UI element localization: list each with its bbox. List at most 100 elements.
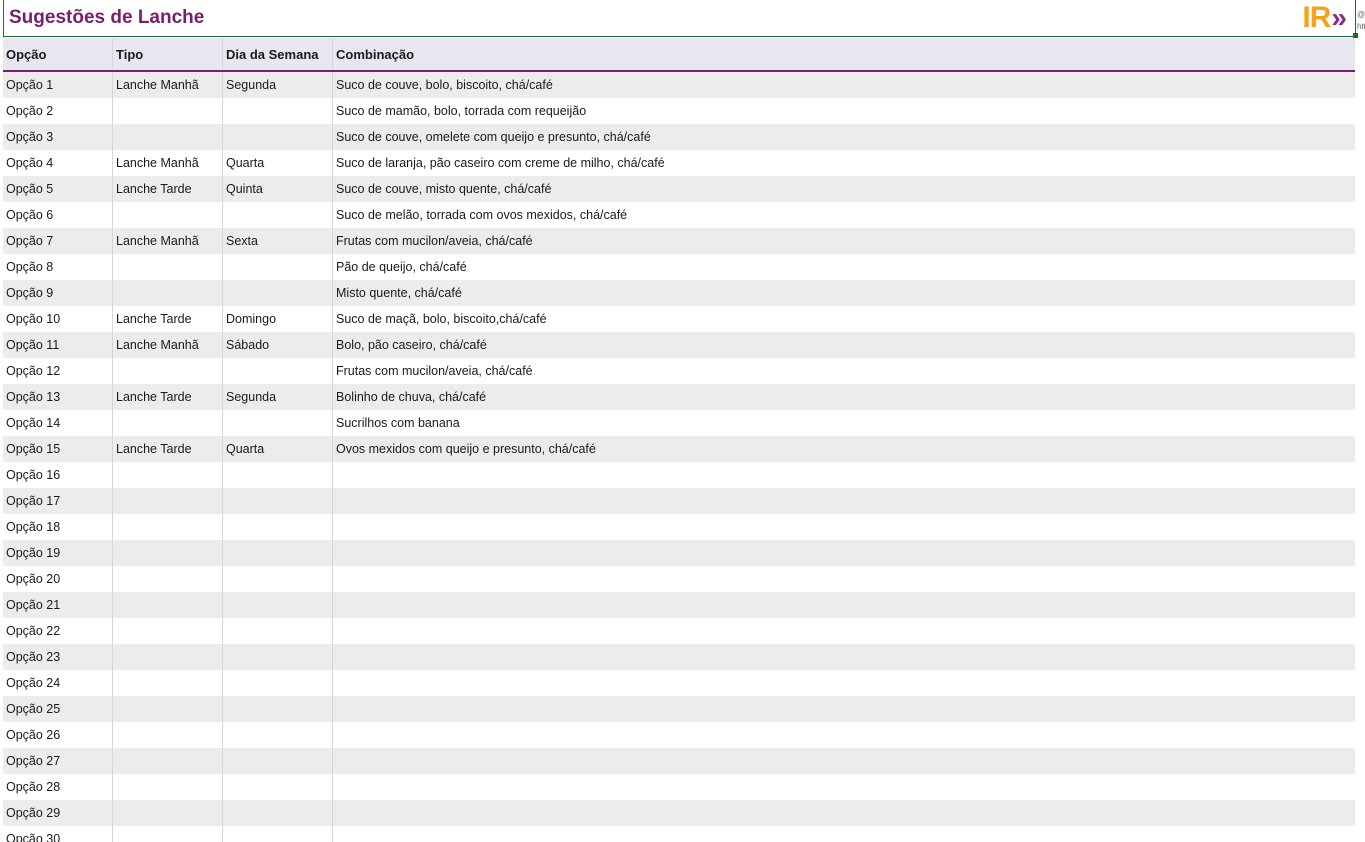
- cell-tipo[interactable]: [113, 592, 223, 618]
- cell-dia[interactable]: [223, 124, 333, 150]
- cell-combinacao[interactable]: Suco de couve, omelete com queijo e pres…: [333, 124, 1355, 150]
- cell-tipo[interactable]: [113, 358, 223, 384]
- cell-opcao[interactable]: Opção 6: [3, 202, 113, 228]
- cell-tipo[interactable]: [113, 774, 223, 800]
- cell-combinacao[interactable]: Suco de couve, misto quente, chá/café: [333, 176, 1355, 202]
- cell-opcao[interactable]: Opção 12: [3, 358, 113, 384]
- cell-opcao[interactable]: Opção 11: [3, 332, 113, 358]
- cell-combinacao[interactable]: [333, 722, 1355, 748]
- cell-tipo[interactable]: Lanche Tarde: [113, 384, 223, 410]
- cell-dia[interactable]: [223, 566, 333, 592]
- cell-dia[interactable]: [223, 722, 333, 748]
- cell-tipo[interactable]: Lanche Manhã: [113, 332, 223, 358]
- cell-combinacao[interactable]: [333, 670, 1355, 696]
- cell-opcao[interactable]: Opção 3: [3, 124, 113, 150]
- cell-opcao[interactable]: Opção 20: [3, 566, 113, 592]
- cell-opcao[interactable]: Opção 10: [3, 306, 113, 332]
- cell-tipo[interactable]: Lanche Tarde: [113, 436, 223, 462]
- cell-opcao[interactable]: Opção 1: [3, 72, 113, 98]
- cell-combinacao[interactable]: Ovos mexidos com queijo e presunto, chá/…: [333, 436, 1355, 462]
- cell-dia[interactable]: Sábado: [223, 332, 333, 358]
- cell-opcao[interactable]: Opção 22: [3, 618, 113, 644]
- cell-dia[interactable]: [223, 280, 333, 306]
- cell-tipo[interactable]: Lanche Manhã: [113, 72, 223, 98]
- cell-tipo[interactable]: [113, 644, 223, 670]
- cell-dia[interactable]: [223, 540, 333, 566]
- cell-opcao[interactable]: Opção 28: [3, 774, 113, 800]
- cell-dia[interactable]: [223, 748, 333, 774]
- cell-combinacao[interactable]: [333, 488, 1355, 514]
- cell-opcao[interactable]: Opção 16: [3, 462, 113, 488]
- cell-tipo[interactable]: [113, 800, 223, 826]
- cell-tipo[interactable]: [113, 410, 223, 436]
- cell-tipo[interactable]: [113, 540, 223, 566]
- cell-opcao[interactable]: Opção 2: [3, 98, 113, 124]
- cell-tipo[interactable]: [113, 696, 223, 722]
- cell-dia[interactable]: [223, 488, 333, 514]
- cell-tipo[interactable]: [113, 280, 223, 306]
- cell-dia[interactable]: Segunda: [223, 72, 333, 98]
- cell-opcao[interactable]: Opção 25: [3, 696, 113, 722]
- cell-dia[interactable]: [223, 592, 333, 618]
- cell-tipo[interactable]: [113, 462, 223, 488]
- cell-dia[interactable]: Domingo: [223, 306, 333, 332]
- cell-combinacao[interactable]: [333, 514, 1355, 540]
- cell-dia[interactable]: [223, 202, 333, 228]
- title-bar[interactable]: Sugestões de Lanche IR »: [3, 0, 1356, 37]
- cell-tipo[interactable]: [113, 514, 223, 540]
- cell-opcao[interactable]: Opção 30: [3, 826, 113, 842]
- cell-tipo[interactable]: [113, 124, 223, 150]
- cell-opcao[interactable]: Opção 14: [3, 410, 113, 436]
- cell-combinacao[interactable]: [333, 592, 1355, 618]
- cell-dia[interactable]: Segunda: [223, 384, 333, 410]
- cell-dia[interactable]: [223, 696, 333, 722]
- cell-dia[interactable]: [223, 254, 333, 280]
- cell-dia[interactable]: [223, 462, 333, 488]
- cell-combinacao[interactable]: [333, 826, 1355, 842]
- cell-dia[interactable]: [223, 358, 333, 384]
- cell-tipo[interactable]: [113, 748, 223, 774]
- cell-combinacao[interactable]: [333, 644, 1355, 670]
- cell-tipo[interactable]: [113, 254, 223, 280]
- cell-combinacao[interactable]: [333, 462, 1355, 488]
- cell-combinacao[interactable]: Bolo, pão caseiro, chá/café: [333, 332, 1355, 358]
- cell-opcao[interactable]: Opção 8: [3, 254, 113, 280]
- cell-opcao[interactable]: Opção 4: [3, 150, 113, 176]
- cell-combinacao[interactable]: Frutas com mucilon/aveia, chá/café: [333, 228, 1355, 254]
- cell-tipo[interactable]: [113, 488, 223, 514]
- cell-combinacao[interactable]: Misto quente, chá/café: [333, 280, 1355, 306]
- cell-dia[interactable]: [223, 826, 333, 842]
- cell-tipo[interactable]: [113, 670, 223, 696]
- cell-combinacao[interactable]: [333, 566, 1355, 592]
- cell-combinacao[interactable]: [333, 696, 1355, 722]
- column-header-opcao[interactable]: Opção: [3, 38, 113, 70]
- cell-opcao[interactable]: Opção 23: [3, 644, 113, 670]
- cell-tipo[interactable]: Lanche Manhã: [113, 150, 223, 176]
- cell-tipo[interactable]: [113, 826, 223, 842]
- cell-dia[interactable]: [223, 644, 333, 670]
- cell-opcao[interactable]: Opção 19: [3, 540, 113, 566]
- column-header-tipo[interactable]: Tipo: [113, 38, 223, 70]
- cell-combinacao[interactable]: Suco de couve, bolo, biscoito, chá/café: [333, 72, 1355, 98]
- cell-dia[interactable]: Quarta: [223, 436, 333, 462]
- column-header-combinacao[interactable]: Combinação: [333, 38, 1355, 70]
- cell-dia[interactable]: Quarta: [223, 150, 333, 176]
- cell-combinacao[interactable]: Pão de queijo, chá/café: [333, 254, 1355, 280]
- cell-opcao[interactable]: Opção 15: [3, 436, 113, 462]
- cell-combinacao[interactable]: Suco de mamão, bolo, torrada com requeij…: [333, 98, 1355, 124]
- cell-dia[interactable]: Quinta: [223, 176, 333, 202]
- cell-combinacao[interactable]: [333, 618, 1355, 644]
- cell-combinacao[interactable]: [333, 540, 1355, 566]
- cell-opcao[interactable]: Opção 26: [3, 722, 113, 748]
- cell-combinacao[interactable]: Frutas com mucilon/aveia, chá/café: [333, 358, 1355, 384]
- cell-dia[interactable]: [223, 410, 333, 436]
- cell-opcao[interactable]: Opção 9: [3, 280, 113, 306]
- cell-combinacao[interactable]: Sucrilhos com banana: [333, 410, 1355, 436]
- cell-dia[interactable]: [223, 98, 333, 124]
- cell-tipo[interactable]: [113, 202, 223, 228]
- cell-combinacao[interactable]: Suco de laranja, pão caseiro com creme d…: [333, 150, 1355, 176]
- cell-tipo[interactable]: [113, 618, 223, 644]
- cell-opcao[interactable]: Opção 21: [3, 592, 113, 618]
- cell-opcao[interactable]: Opção 13: [3, 384, 113, 410]
- cell-opcao[interactable]: Opção 24: [3, 670, 113, 696]
